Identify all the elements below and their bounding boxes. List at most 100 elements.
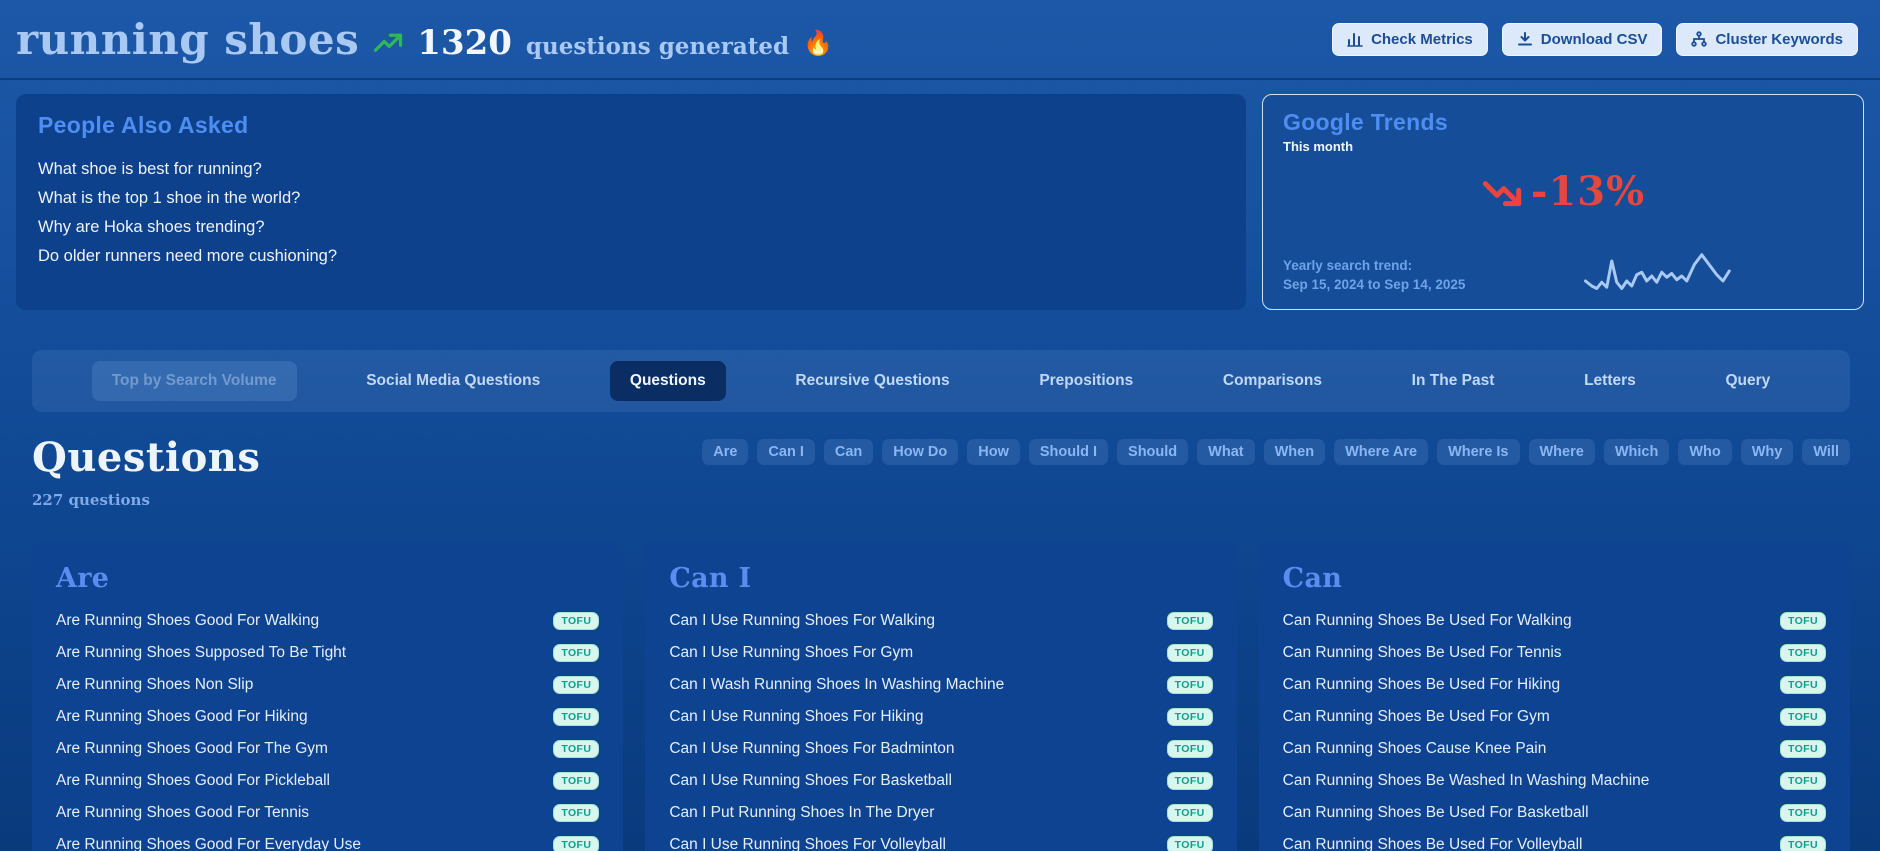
filter-chip-can[interactable]: Can bbox=[823, 439, 874, 465]
paa-question[interactable]: What is the top 1 shoe in the world? bbox=[38, 184, 1224, 213]
trend-range-label: Yearly search trend: bbox=[1283, 257, 1413, 273]
tofu-badge: TOFU bbox=[553, 708, 600, 726]
trend-change-value: -13% bbox=[1530, 168, 1646, 215]
filter-chip-where-is[interactable]: Where Is bbox=[1437, 439, 1520, 465]
fire-emoji-icon: 🔥 bbox=[803, 29, 834, 57]
tofu-badge: TOFU bbox=[553, 804, 600, 822]
question-row[interactable]: Can Running Shoes Be Used For Walking TOF… bbox=[1283, 608, 1826, 634]
bar-chart-icon bbox=[1347, 31, 1363, 47]
question-row[interactable]: Can Running Shoes Cause Knee Pain TOFU bbox=[1283, 736, 1826, 762]
tab-questions[interactable]: Questions bbox=[609, 361, 726, 401]
question-text: Are Running Shoes Good For Pickleball bbox=[56, 772, 330, 789]
tofu-badge: TOFU bbox=[553, 676, 600, 694]
filter-chip-should[interactable]: Should bbox=[1117, 439, 1189, 465]
page-title: running shoes bbox=[16, 14, 360, 64]
question-row[interactable]: Are Running Shoes Supposed To Be Tight TO… bbox=[56, 640, 600, 666]
filter-chip-are[interactable]: Are bbox=[702, 439, 749, 465]
tofu-badge: TOFU bbox=[1779, 772, 1826, 790]
question-row[interactable]: Can I Use Running Shoes For Walking TOFU bbox=[669, 608, 1213, 634]
question-text: Are Running Shoes Good For Tennis bbox=[56, 804, 310, 821]
tofu-badge: TOFU bbox=[1779, 644, 1826, 662]
tofu-badge: TOFU bbox=[1166, 836, 1213, 851]
filter-chip-where[interactable]: Where bbox=[1528, 439, 1595, 465]
tab-recursive-questions[interactable]: Recursive Questions bbox=[775, 361, 969, 401]
tofu-badge: TOFU bbox=[1166, 804, 1213, 822]
question-row[interactable]: Can Running Shoes Be Used For Tennis TOFU bbox=[1283, 640, 1826, 666]
tofu-badge: TOFU bbox=[1779, 676, 1826, 694]
paa-question[interactable]: Why are Hoka shoes trending? bbox=[38, 213, 1224, 242]
filter-chip-which[interactable]: Which bbox=[1603, 439, 1670, 465]
filter-chip-will[interactable]: Will bbox=[1802, 439, 1850, 465]
question-row[interactable]: Can Running Shoes Be Used For Basketball… bbox=[1283, 800, 1826, 826]
filter-chip-can-i[interactable]: Can I bbox=[757, 439, 815, 465]
paa-question[interactable]: Do older runners need more cushioning? bbox=[38, 242, 1224, 271]
cluster-keywords-button[interactable]: Cluster Keywords bbox=[1676, 22, 1858, 56]
tab-query[interactable]: Query bbox=[1705, 361, 1790, 401]
filter-chip-who[interactable]: Who bbox=[1678, 439, 1732, 465]
check-metrics-button[interactable]: Check Metrics bbox=[1332, 22, 1488, 56]
question-row[interactable]: Can I Use Running Shoes For Volleyball TO… bbox=[669, 832, 1213, 851]
people-also-asked-list: What shoe is best for running? What is t… bbox=[38, 155, 1224, 271]
question-row[interactable]: Can Running Shoes Be Used For Gym TOFU bbox=[1283, 704, 1826, 730]
section-title: Questions bbox=[32, 434, 261, 481]
tab-social-media-questions[interactable]: Social Media Questions bbox=[346, 361, 560, 401]
column-heading: Can bbox=[1282, 563, 1343, 594]
question-text: Can Running Shoes Be Used For Walking bbox=[1282, 612, 1572, 629]
question-text: Can I Use Running Shoes For Walking bbox=[669, 612, 935, 629]
tofu-badge: TOFU bbox=[1166, 772, 1213, 790]
question-text: Can I Use Running Shoes For Gym bbox=[669, 644, 914, 661]
tab-comparisons[interactable]: Comparisons bbox=[1203, 361, 1342, 401]
paa-question[interactable]: What shoe is best for running? bbox=[38, 155, 1224, 184]
filter-chip-why[interactable]: Why bbox=[1740, 439, 1794, 465]
filter-chip-when[interactable]: When bbox=[1263, 439, 1326, 465]
tofu-badge: TOFU bbox=[1779, 740, 1826, 758]
tofu-badge: TOFU bbox=[1779, 612, 1826, 630]
filter-chip-where-are[interactable]: Where Are bbox=[1334, 439, 1429, 465]
check-metrics-label: Check Metrics bbox=[1371, 30, 1473, 48]
question-row[interactable]: Are Running Shoes Good For Tennis TOFU bbox=[56, 800, 600, 826]
question-row[interactable]: Are Running Shoes Good For Walking TOFU bbox=[56, 608, 600, 634]
question-row[interactable]: Are Running Shoes Good For Hiking TOFU bbox=[56, 704, 600, 730]
question-row[interactable]: Can I Use Running Shoes For Gym TOFU bbox=[669, 640, 1213, 666]
tofu-badge: TOFU bbox=[1166, 644, 1213, 662]
question-row[interactable]: Can I Put Running Shoes In The Dryer TOFU bbox=[669, 800, 1213, 826]
question-row[interactable]: Can I Use Running Shoes For Hiking TOFU bbox=[669, 704, 1213, 730]
google-trends-panel: Google Trends This month -13% Yearly sea… bbox=[1262, 94, 1864, 310]
title-group: running shoes 1320 questions generated 🔥 bbox=[16, 15, 833, 64]
question-text: Are Running Shoes Good For Hiking bbox=[56, 708, 308, 725]
trends-period-label: This month bbox=[1283, 139, 1354, 154]
filter-chip-how-do[interactable]: How Do bbox=[882, 439, 959, 465]
question-text: Can Running Shoes Cause Knee Pain bbox=[1282, 740, 1547, 757]
question-row[interactable]: Can I Use Running Shoes For Badminton TOF… bbox=[669, 736, 1213, 762]
column-heading: Can I bbox=[669, 563, 752, 594]
tofu-badge: TOFU bbox=[1166, 740, 1213, 758]
download-csv-button[interactable]: Download CSV bbox=[1501, 22, 1663, 56]
question-text: Can Running Shoes Be Used For Gym bbox=[1282, 708, 1550, 725]
tab-top-by-search-volume[interactable]: Top by Search Volume bbox=[91, 361, 297, 401]
question-row[interactable]: Can Running Shoes Be Used For Volleyball… bbox=[1283, 832, 1826, 851]
question-row[interactable]: Are Running Shoes Good For The Gym TOFU bbox=[56, 736, 600, 762]
question-text: Are Running Shoes Good For Everyday Use bbox=[56, 836, 361, 851]
app-header: running shoes 1320 questions generated 🔥… bbox=[0, 0, 1880, 80]
tofu-badge: TOFU bbox=[1779, 708, 1826, 726]
question-row[interactable]: Can I Use Running Shoes For Basketball TO… bbox=[669, 768, 1213, 794]
tab-letters[interactable]: Letters bbox=[1564, 361, 1656, 401]
question-row[interactable]: Can Running Shoes Be Used For Hiking TOFU bbox=[1283, 672, 1826, 698]
question-row[interactable]: Can Running Shoes Be Washed In Washing M… bbox=[1283, 768, 1826, 794]
tab-prepositions[interactable]: Prepositions bbox=[1019, 361, 1153, 401]
question-row[interactable]: Are Running Shoes Non Slip TOFU bbox=[56, 672, 600, 698]
tofu-badge: TOFU bbox=[553, 772, 600, 790]
question-row[interactable]: Can I Wash Running Shoes In Washing Mach… bbox=[669, 672, 1213, 698]
question-row[interactable]: Are Running Shoes Good For Everyday Use T… bbox=[56, 832, 600, 851]
filter-chip-what[interactable]: What bbox=[1197, 439, 1255, 465]
tab-in-the-past[interactable]: In The Past bbox=[1392, 361, 1515, 401]
question-text: Can I Use Running Shoes For Badminton bbox=[669, 740, 955, 757]
trend-change-row: -13% bbox=[1283, 168, 1843, 215]
question-text: Can I Put Running Shoes In The Dryer bbox=[669, 804, 935, 821]
filter-chip-how[interactable]: How bbox=[967, 439, 1020, 465]
question-row[interactable]: Are Running Shoes Good For Pickleball TOF… bbox=[56, 768, 600, 794]
filter-chip-should-i[interactable]: Should I bbox=[1028, 439, 1109, 465]
question-text: Are Running Shoes Supposed To Be Tight bbox=[56, 644, 347, 661]
tofu-badge: TOFU bbox=[1779, 836, 1826, 851]
cluster-keywords-label: Cluster Keywords bbox=[1715, 30, 1843, 48]
